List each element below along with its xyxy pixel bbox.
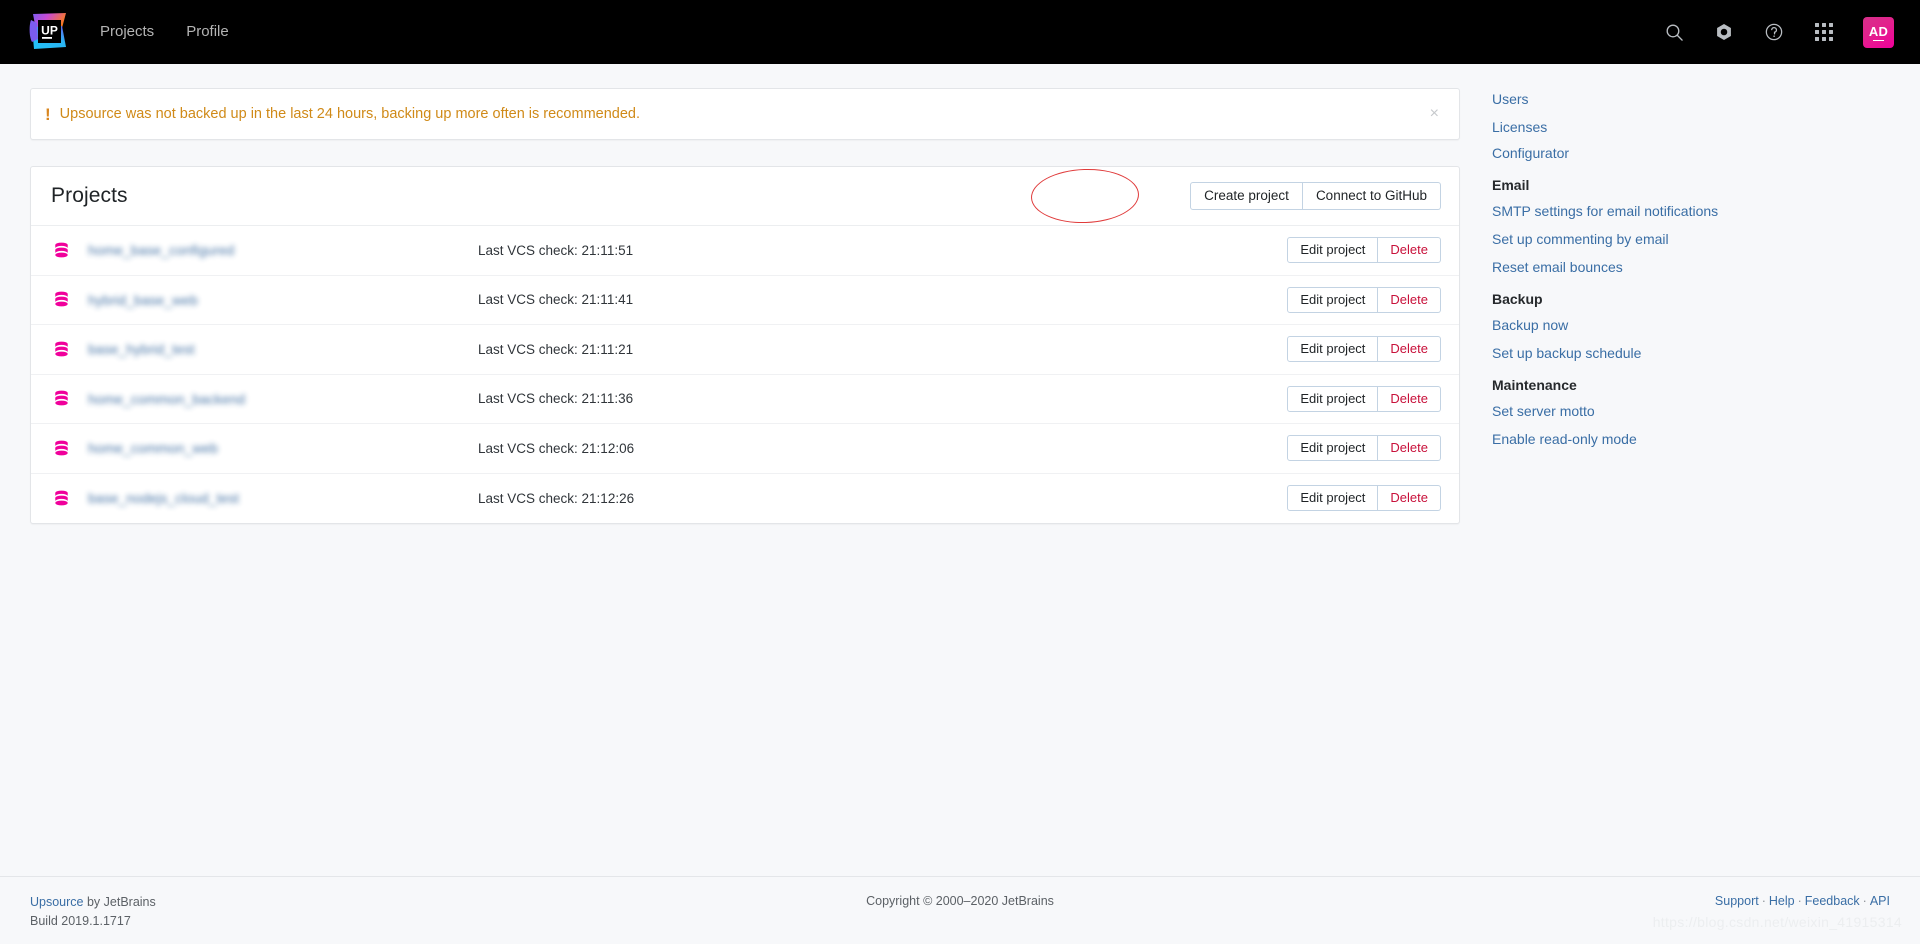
- projects-card-header: Projects Create project Connect to GitHu…: [31, 167, 1459, 225]
- table-row: home_common_backend Last VCS check: 21:1…: [31, 375, 1459, 424]
- footer-separator: ·: [1862, 894, 1867, 908]
- edit-project-button[interactable]: Edit project: [1287, 237, 1379, 264]
- sidebar-link-backup-schedule[interactable]: Set up backup schedule: [1492, 346, 1920, 360]
- delete-project-button[interactable]: Delete: [1378, 385, 1441, 412]
- footer-link-help[interactable]: Help: [1769, 894, 1795, 908]
- database-icon: [51, 242, 71, 259]
- footer-left: Upsource by JetBrains Build 2019.1.1717: [30, 893, 450, 932]
- last-vcs-check: Last VCS check: 21:11:41: [478, 292, 634, 308]
- last-vcs-check: Last VCS check: 21:12:06: [478, 440, 635, 456]
- sidebar-link-commenting-by-email[interactable]: Set up commenting by email: [1492, 232, 1920, 246]
- table-row: base_hybrid_test Last VCS check: 21:11:2…: [31, 325, 1459, 375]
- sidebar-heading-maintenance: Maintenance: [1492, 377, 1577, 393]
- backup-warning-banner: ! Upsource was not backed up in the last…: [30, 88, 1460, 140]
- top-navigation-bar: UP Projects Profile AD: [0, 0, 1920, 64]
- avatar[interactable]: AD: [1863, 16, 1894, 48]
- page-body: ! Upsource was not backed up in the last…: [0, 64, 1920, 944]
- topbar-icon-group: AD: [1661, 16, 1894, 48]
- row-actions: Edit project Delete: [1287, 435, 1441, 462]
- primary-nav: Projects Profile: [100, 0, 229, 64]
- sidebar-link-backup-now[interactable]: Backup now: [1492, 318, 1920, 332]
- upsource-logo[interactable]: UP: [28, 11, 70, 53]
- connect-to-github-button[interactable]: Connect to GitHub: [1302, 182, 1441, 210]
- annotation-ellipse: [1030, 167, 1140, 225]
- database-icon: [51, 490, 71, 507]
- upsource-link[interactable]: Upsource: [30, 895, 84, 909]
- delete-project-button[interactable]: Delete: [1378, 286, 1441, 313]
- page-footer: Upsource by JetBrains Build 2019.1.1717 …: [0, 876, 1920, 944]
- row-actions: Edit project Delete: [1287, 237, 1441, 264]
- footer-product-suffix: by JetBrains: [83, 895, 156, 909]
- table-row: base_nodejs_cloud_test Last VCS check: 2…: [31, 474, 1459, 524]
- sidebar-link-reset-email-bounces[interactable]: Reset email bounces: [1492, 260, 1920, 274]
- footer-separator: ·: [1761, 894, 1766, 908]
- delete-project-button[interactable]: Delete: [1378, 435, 1441, 462]
- last-vcs-check: Last VCS check: 21:11:51: [478, 242, 634, 258]
- delete-project-button[interactable]: Delete: [1378, 336, 1441, 363]
- sidebar-heading-backup: Backup: [1492, 291, 1543, 307]
- footer-links: Support · Help · Feedback · API: [1470, 893, 1890, 908]
- last-vcs-check: Last VCS check: 21:12:26: [478, 490, 635, 506]
- row-actions: Edit project Delete: [1287, 385, 1441, 412]
- project-name-link[interactable]: base_hybrid_test: [88, 341, 478, 357]
- footer-link-support[interactable]: Support: [1715, 894, 1759, 908]
- edit-project-button[interactable]: Edit project: [1287, 485, 1379, 512]
- settings-sidebar: Users Licenses Configurator Email SMTP setti…: [1460, 88, 1920, 460]
- footer-link-api[interactable]: API: [1870, 894, 1890, 908]
- sidebar-heading-email: Email: [1492, 177, 1530, 193]
- banner-message: Upsource was not backed up in the last 2…: [59, 106, 640, 122]
- project-name-link[interactable]: home_common_web: [88, 440, 478, 456]
- edit-project-button[interactable]: Edit project: [1287, 336, 1379, 363]
- footer-build: Build 2019.1.1717: [30, 914, 131, 929]
- database-icon: [51, 390, 71, 407]
- footer-copyright: Copyright © 2000–2020 JetBrains: [866, 894, 1054, 908]
- table-row: home_common_web Last VCS check: 21:12:06…: [31, 424, 1459, 474]
- sidebar-link-licenses[interactable]: Licenses: [1492, 120, 1920, 134]
- apps-grid-icon[interactable]: [1811, 19, 1837, 45]
- create-project-button[interactable]: Create project: [1190, 182, 1303, 210]
- page-title: Projects: [51, 184, 128, 207]
- projects-actions: Create project Connect to GitHub: [1190, 182, 1441, 210]
- edit-project-button[interactable]: Edit project: [1287, 435, 1379, 462]
- last-vcs-check: Last VCS check: 21:11:36: [478, 391, 634, 407]
- projects-card: Projects Create project Connect to GitHu…: [30, 166, 1460, 524]
- project-name-link[interactable]: hybrid_base_web: [88, 292, 478, 308]
- project-name-link[interactable]: home_common_backend: [88, 391, 478, 407]
- sidebar-link-read-only-mode[interactable]: Enable read-only mode: [1492, 432, 1920, 446]
- row-actions: Edit project Delete: [1287, 485, 1441, 512]
- project-name-link[interactable]: base_nodejs_cloud_test: [88, 490, 478, 506]
- footer-link-feedback[interactable]: Feedback: [1805, 894, 1860, 908]
- footer-separator: ·: [1797, 894, 1802, 908]
- row-actions: Edit project Delete: [1287, 286, 1441, 313]
- sidebar-link-configurator[interactable]: Configurator: [1492, 146, 1920, 160]
- footer-product-line: Upsource by JetBrains: [30, 893, 450, 912]
- sidebar-link-smtp-settings[interactable]: SMTP settings for email notifications: [1492, 204, 1920, 218]
- svg-text:UP: UP: [41, 24, 58, 38]
- project-name-link[interactable]: home_base_configured: [88, 242, 478, 258]
- nav-profile[interactable]: Profile: [186, 0, 229, 64]
- table-row: hybrid_base_web Last VCS check: 21:11:41…: [31, 276, 1459, 325]
- row-actions: Edit project Delete: [1287, 336, 1441, 363]
- table-row: home_base_configured Last VCS check: 21:…: [31, 226, 1459, 276]
- help-icon[interactable]: [1761, 19, 1787, 45]
- edit-project-button[interactable]: Edit project: [1287, 286, 1379, 313]
- settings-icon[interactable]: [1711, 19, 1737, 45]
- search-icon[interactable]: [1661, 19, 1687, 45]
- avatar-underscore: [1873, 39, 1884, 42]
- edit-project-button[interactable]: Edit project: [1287, 385, 1379, 412]
- last-vcs-check: Last VCS check: 21:11:21: [478, 341, 634, 357]
- sidebar-link-users[interactable]: Users: [1492, 92, 1920, 106]
- warning-icon: !: [45, 104, 51, 124]
- nav-projects[interactable]: Projects: [100, 0, 154, 64]
- database-icon: [51, 440, 71, 457]
- database-icon: [51, 291, 71, 308]
- projects-list: home_base_configured Last VCS check: 21:…: [31, 225, 1459, 523]
- close-icon[interactable]: ×: [1426, 104, 1443, 124]
- database-icon: [51, 341, 71, 358]
- delete-project-button[interactable]: Delete: [1378, 237, 1441, 264]
- delete-project-button[interactable]: Delete: [1378, 485, 1441, 512]
- main-column: ! Upsource was not backed up in the last…: [0, 88, 1460, 524]
- sidebar-link-server-motto[interactable]: Set server motto: [1492, 404, 1920, 418]
- avatar-initials: AD: [1868, 23, 1889, 39]
